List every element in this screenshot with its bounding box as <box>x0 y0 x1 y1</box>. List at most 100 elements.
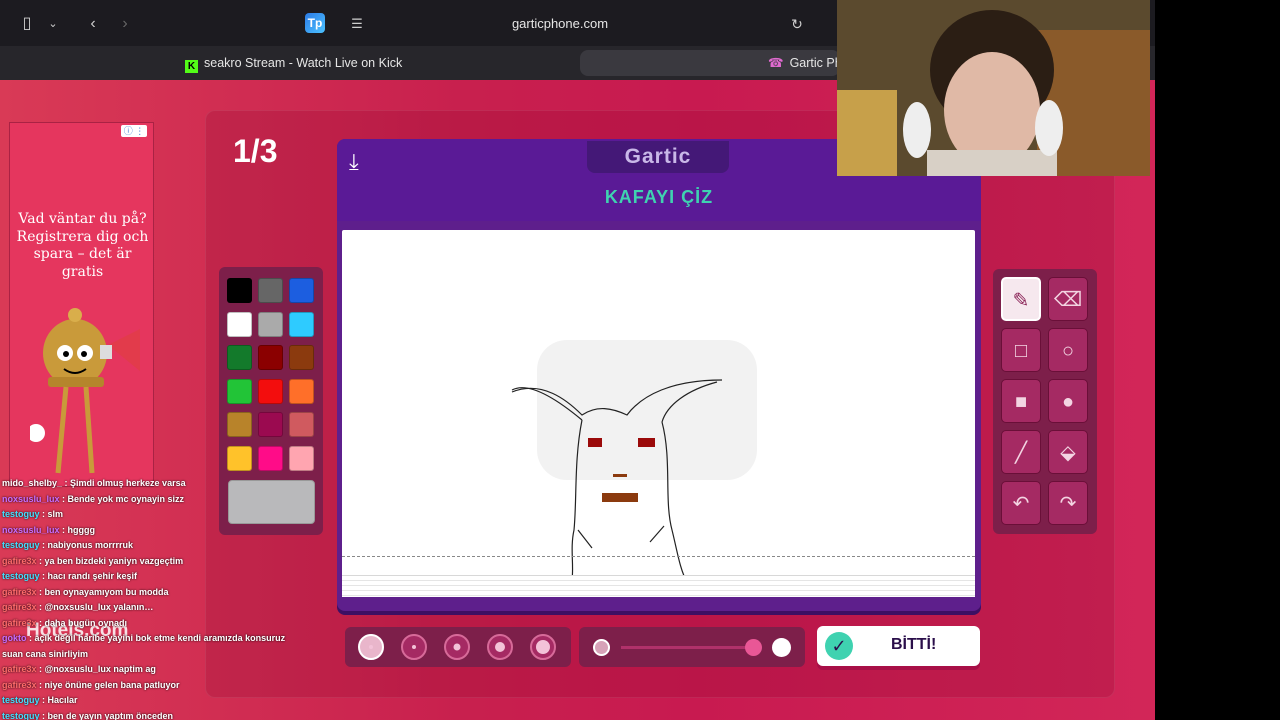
chat-text: @noxsuslu_lux yalanın… <box>44 602 154 612</box>
chat-username[interactable]: testoguy <box>2 695 40 705</box>
slider-handle[interactable] <box>745 639 762 656</box>
pencil-icon: ✎ <box>1012 290 1030 312</box>
chat-text: niye önüne gelen bana patluyor <box>44 679 180 690</box>
chat-text: Hacılar <box>47 695 78 705</box>
chat-text: Bende yok mc oynayin sizz <box>67 493 185 504</box>
chat-username[interactable]: testoguy <box>2 540 40 550</box>
color-swatch[interactable] <box>289 311 314 337</box>
chat-message: testoguy : ben de yayın yaptım önceden <box>2 710 174 720</box>
chat-username[interactable]: noxsuslu_lux <box>2 525 60 535</box>
ad-banner[interactable]: ⓘ ⋮ Vad väntar du på? Registrera dig och… <box>9 122 154 487</box>
color-swatch[interactable] <box>289 445 314 471</box>
tab-kick[interactable]: Kseakro Stream - Watch Live on Kick <box>185 50 565 76</box>
circle-outline-icon: ○ <box>1061 340 1075 362</box>
webcam-overlay <box>837 0 1150 176</box>
chat-username[interactable]: testoguy <box>2 711 40 720</box>
reload-icon[interactable]: ↻ <box>786 13 808 35</box>
color-swatch[interactable] <box>227 278 252 303</box>
drawing-sketch <box>511 340 757 583</box>
chat-message: gafire3x : @noxsuslu_lux yalanın… <box>2 602 154 612</box>
opacity-min-icon <box>593 639 610 656</box>
baseline <box>342 556 975 557</box>
brush-size-3[interactable] <box>444 634 470 660</box>
drawing-canvas[interactable] <box>342 230 975 597</box>
chat-message: testoguy : hacı randı şehir keşif <box>2 571 138 581</box>
color-swatch[interactable] <box>258 445 283 471</box>
chat-text: nabiyonus morrrruk <box>47 540 134 550</box>
chat-text: hacı randı şehir keşif <box>47 571 138 581</box>
chat-username[interactable]: gafire3x <box>2 664 37 674</box>
color-swatch[interactable] <box>227 345 252 370</box>
chat-text: açık değil haribe yayini bok etme kendi … <box>34 633 286 643</box>
chat-message: testoguy : nabiyonus morrrruk <box>2 540 134 550</box>
brush-size-2[interactable] <box>401 634 427 660</box>
circle-outline-tool[interactable]: ○ <box>1048 328 1088 372</box>
undo-icon: ↶ <box>1012 493 1030 515</box>
color-swatch[interactable] <box>227 412 252 437</box>
chevron-down-icon[interactable]: ⌄ <box>42 13 64 35</box>
bell-mascot-illustration <box>30 308 140 474</box>
redo-tool[interactable]: ↷ <box>1048 481 1088 525</box>
chat-message: gafire3x : ben oynayamıyom bu modda <box>2 586 169 597</box>
line-tool[interactable]: ╱ <box>1001 430 1041 474</box>
chat-username[interactable]: mido_shelby_ <box>2 478 62 488</box>
color-swatch[interactable] <box>258 378 283 404</box>
chat-username[interactable]: gafire3x <box>2 680 37 690</box>
chat-username[interactable]: gafire3x <box>2 556 37 566</box>
tab-label: Gartic Phone <box>789 56 840 70</box>
color-swatch[interactable] <box>258 412 283 437</box>
color-swatch[interactable] <box>258 311 283 337</box>
selected-color-swatch <box>228 480 315 524</box>
back-icon[interactable]: ‹ <box>82 13 104 35</box>
sidebar-toggle-icon[interactable]: ▯ <box>16 13 38 35</box>
color-swatch[interactable] <box>289 345 314 370</box>
color-swatch[interactable] <box>258 345 283 370</box>
chat-message: gafire3x : niye önüne gelen bana patluyo… <box>2 679 180 690</box>
drawing-board: ⤓ Gartic KAFAYI ÇİZ <box>337 139 981 611</box>
eraser-tool[interactable]: ⌫ <box>1048 277 1088 321</box>
brush-size-5[interactable] <box>530 634 556 660</box>
color-swatch[interactable] <box>227 311 252 337</box>
undo-tool[interactable]: ↶ <box>1001 481 1041 525</box>
screen: ▯ ⌄ ‹ › Tp ☰ garticphone.com ↻ Kseakro S… <box>0 0 1280 720</box>
line-icon: ╱ <box>1014 442 1028 464</box>
chat-username[interactable]: testoguy <box>2 509 40 519</box>
color-swatch[interactable] <box>227 378 252 404</box>
slider-track[interactable] <box>621 646 761 649</box>
streamer-webcam-image <box>837 0 1150 176</box>
chat-username[interactable]: gafire3x <box>2 587 37 597</box>
chat-text: daha bugün oynadı <box>44 617 128 628</box>
color-swatch[interactable] <box>289 278 314 303</box>
color-swatch[interactable] <box>227 445 252 471</box>
rect-fill-tool[interactable]: ■ <box>1001 379 1041 423</box>
opacity-slider <box>579 627 805 667</box>
chat-username[interactable]: gafire3x <box>2 618 37 628</box>
chat-message: gokto : açık değil haribe yayini bok etm… <box>2 633 286 643</box>
brush-size-4[interactable] <box>487 634 513 660</box>
chat-username[interactable]: gafire3x <box>2 602 37 612</box>
tab-gartic[interactable]: ☎ Gartic Phone <box>580 50 840 76</box>
address-bar[interactable]: garticphone.com <box>300 11 820 37</box>
chat-message: gafire3x : ya ben bizdeki yaniyn vazgeçt… <box>2 555 184 566</box>
brush-size-picker <box>345 627 571 667</box>
forward-icon[interactable]: › <box>114 13 136 35</box>
chat-text: hgggg <box>67 524 96 535</box>
brush-size-1[interactable] <box>358 634 384 660</box>
color-swatch[interactable] <box>289 378 314 404</box>
chat-username[interactable]: gokto <box>2 633 27 643</box>
done-button[interactable]: ✓ BİTTİ! <box>817 626 980 666</box>
color-swatch[interactable] <box>289 412 314 437</box>
ad-info-icon[interactable]: ⓘ ⋮ <box>121 125 147 137</box>
color-swatch[interactable] <box>258 278 283 303</box>
rect-outline-tool[interactable]: □ <box>1001 328 1041 372</box>
kick-icon: K <box>185 60 198 73</box>
pencil-tool[interactable]: ✎ <box>1001 277 1041 321</box>
bucket-tool[interactable]: ⬙ <box>1048 430 1088 474</box>
bucket-icon: ⬙ <box>1060 442 1076 464</box>
chat-username[interactable]: noxsuslu_lux <box>2 494 60 504</box>
chat-username[interactable]: testoguy <box>2 571 40 581</box>
download-icon[interactable]: ⤓ <box>349 149 359 175</box>
rect-outline-icon: □ <box>1014 340 1028 362</box>
circle-fill-tool[interactable]: ● <box>1048 379 1088 423</box>
tool-panel: ✎ ⌫ □ ○ ■ ● ╱ ⬙ ↶ ↷ <box>993 269 1097 534</box>
